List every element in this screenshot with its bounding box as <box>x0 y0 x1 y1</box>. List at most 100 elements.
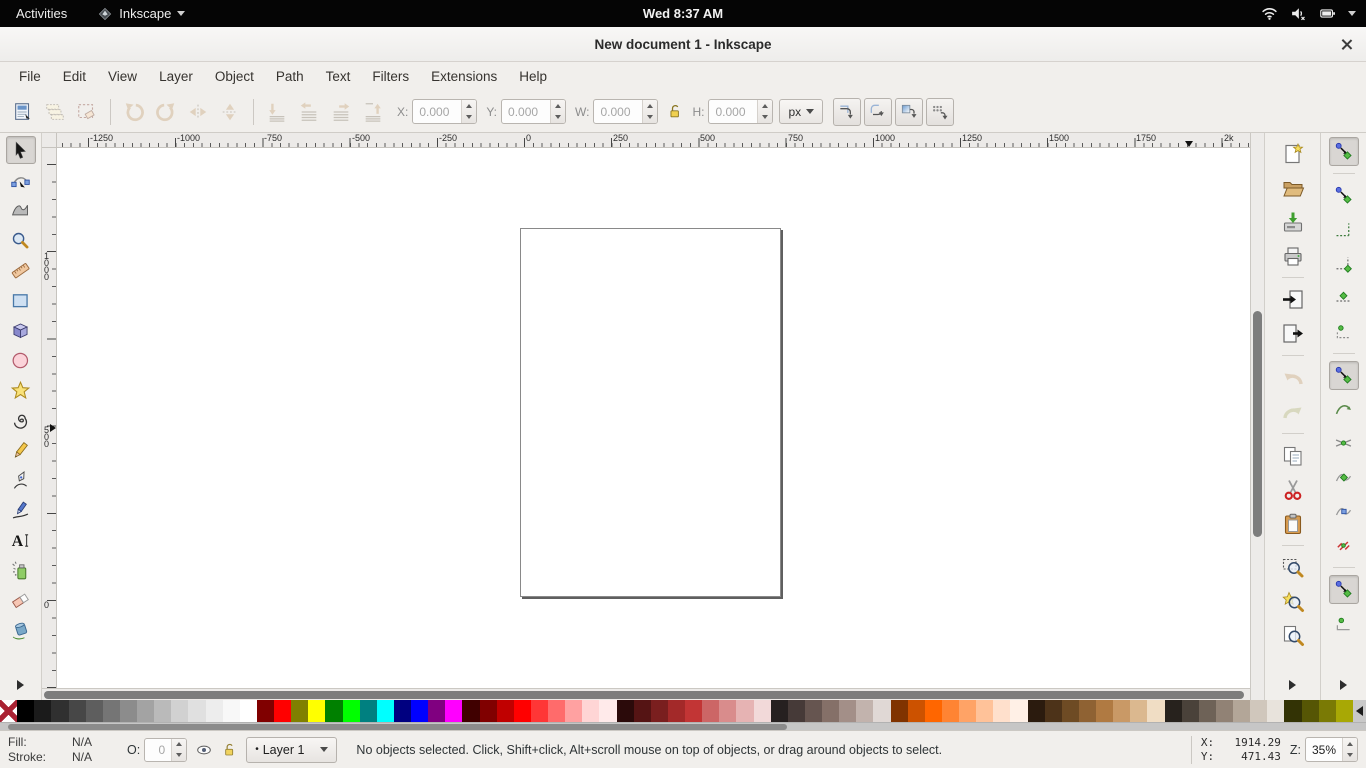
selector-tool[interactable] <box>6 136 36 164</box>
palette-swatch[interactable] <box>17 700 34 722</box>
snap-bbox-edges-toggle[interactable] <box>1329 215 1359 244</box>
horizontal-scrollbar[interactable] <box>42 688 1250 700</box>
undo-button[interactable] <box>1278 363 1308 392</box>
palette-swatch[interactable] <box>702 700 719 722</box>
x-spin-up[interactable] <box>462 100 476 112</box>
snap-cusp-nodes-toggle[interactable] <box>1329 463 1359 492</box>
document-page[interactable] <box>520 228 781 597</box>
select-all-button[interactable] <box>8 97 38 127</box>
layer-visibility-toggle[interactable] <box>196 742 212 758</box>
y-input[interactable]: 0.000 <box>501 99 566 124</box>
calligraphy-tool[interactable] <box>6 496 36 524</box>
palette-swatch[interactable] <box>51 700 68 722</box>
palette-swatch[interactable] <box>1319 700 1336 722</box>
palette-swatch[interactable] <box>891 700 908 722</box>
palette-swatch[interactable] <box>325 700 342 722</box>
menu-object[interactable]: Object <box>204 64 265 89</box>
flip-vertical-button[interactable] <box>215 97 245 127</box>
palette-swatch[interactable] <box>223 700 240 722</box>
opacity-spin-down[interactable] <box>172 750 186 761</box>
zoom-input[interactable]: 35% <box>1305 737 1358 762</box>
palette-swatch[interactable] <box>925 700 942 722</box>
zoom-selection-button[interactable] <box>1278 553 1308 582</box>
pencil-tool[interactable] <box>6 436 36 464</box>
star-tool[interactable] <box>6 376 36 404</box>
palette-swatch[interactable] <box>291 700 308 722</box>
palette-scrollbar-thumb[interactable] <box>8 724 787 730</box>
palette-swatch[interactable] <box>1062 700 1079 722</box>
paste-button[interactable] <box>1278 509 1308 538</box>
system-status-area[interactable] <box>1261 5 1336 22</box>
palette-swatch[interactable] <box>617 700 634 722</box>
palette-swatch[interactable] <box>599 700 616 722</box>
print-button[interactable] <box>1278 241 1308 270</box>
menu-help[interactable]: Help <box>508 64 558 89</box>
palette-swatch[interactable] <box>668 700 685 722</box>
palette-swatch[interactable] <box>565 700 582 722</box>
palette-swatch[interactable] <box>1216 700 1233 722</box>
zoom-drawing-button[interactable] <box>1278 587 1308 616</box>
palette-swatch[interactable] <box>651 700 668 722</box>
palette-swatch[interactable] <box>154 700 171 722</box>
palette-swatch[interactable] <box>822 700 839 722</box>
select-all-layers-button[interactable] <box>40 97 70 127</box>
palette-swatch[interactable] <box>411 700 428 722</box>
palette-swatch[interactable] <box>942 700 959 722</box>
palette-swatch[interactable] <box>531 700 548 722</box>
activities-button[interactable]: Activities <box>10 4 73 23</box>
w-spin-down[interactable] <box>643 112 657 124</box>
palette-swatch[interactable] <box>1336 700 1353 722</box>
snap-bounding-box-toggle[interactable] <box>1329 181 1359 210</box>
palette-swatch[interactable] <box>1302 700 1319 722</box>
horizontal-ruler[interactable]: -1250-1000-750-500-250025050075010001250… <box>57 133 1250 148</box>
palette-swatch[interactable] <box>1182 700 1199 722</box>
drawing-canvas[interactable] <box>57 148 1250 688</box>
palette-swatch[interactable] <box>788 700 805 722</box>
lower-to-bottom-button[interactable] <box>262 97 292 127</box>
palette-swatch[interactable] <box>206 700 223 722</box>
snap-line-midpoints-toggle[interactable] <box>1329 531 1359 560</box>
battery-icon[interactable] <box>1319 5 1336 22</box>
palette-swatch[interactable] <box>428 700 445 722</box>
palette-swatch[interactable] <box>86 700 103 722</box>
snap-smooth-nodes-toggle[interactable] <box>1329 497 1359 526</box>
box3d-tool[interactable] <box>6 316 36 344</box>
palette-swatch[interactable] <box>514 700 531 722</box>
palette-swatch[interactable] <box>976 700 993 722</box>
palette-swatch[interactable] <box>719 700 736 722</box>
horizontal-scrollbar-thumb[interactable] <box>44 691 1244 699</box>
app-menu-button[interactable]: Inkscape <box>91 4 191 24</box>
bezier-tool[interactable] <box>6 466 36 494</box>
palette-swatch[interactable] <box>69 700 86 722</box>
palette-swatch[interactable] <box>34 700 51 722</box>
palette-swatch[interactable] <box>1165 700 1182 722</box>
opacity-input[interactable]: 0 <box>144 738 187 762</box>
move-patterns-toggle[interactable] <box>926 98 954 126</box>
lower-button[interactable] <box>294 97 324 127</box>
import-button[interactable] <box>1278 285 1308 314</box>
menu-path[interactable]: Path <box>265 64 315 89</box>
fill-stroke-indicator[interactable]: Fill:N/A Stroke:N/A <box>8 735 118 765</box>
menu-text[interactable]: Text <box>315 64 362 89</box>
volume-muted-icon[interactable] <box>1290 5 1307 22</box>
palette-swatch[interactable] <box>993 700 1010 722</box>
menu-layer[interactable]: Layer <box>148 64 204 89</box>
flip-horizontal-button[interactable] <box>183 97 213 127</box>
palette-swatch[interactable] <box>736 700 753 722</box>
palette-swatch[interactable] <box>103 700 120 722</box>
h-spin-down[interactable] <box>758 112 772 124</box>
eraser-tool[interactable] <box>6 586 36 614</box>
palette-swatch[interactable] <box>1250 700 1267 722</box>
palette-swatch[interactable] <box>548 700 565 722</box>
x-input[interactable]: 0.000 <box>412 99 477 124</box>
spray-tool[interactable] <box>6 556 36 584</box>
palette-swatch[interactable] <box>873 700 890 722</box>
bucket-tool[interactable] <box>6 616 36 644</box>
snap-to-paths-toggle[interactable] <box>1329 395 1359 424</box>
lock-ratio-toggle[interactable] <box>666 103 683 120</box>
node-tool[interactable] <box>6 166 36 194</box>
palette-swatch[interactable] <box>171 700 188 722</box>
palette-swatch[interactable] <box>1130 700 1147 722</box>
clock[interactable]: Wed 8:37 AM <box>643 6 723 21</box>
system-menu-chevron-icon[interactable] <box>1348 11 1356 16</box>
